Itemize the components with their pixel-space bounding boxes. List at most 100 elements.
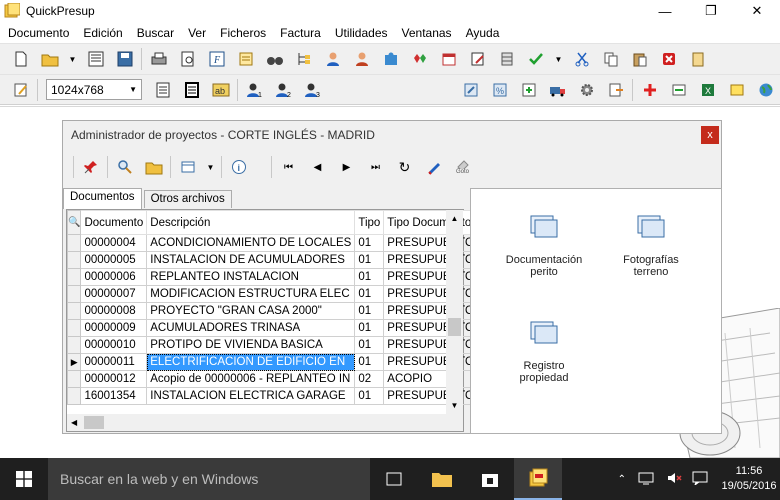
list-view-icon[interactable] xyxy=(86,49,106,69)
cell-documento[interactable]: 00000007 xyxy=(80,285,148,303)
pencil-note-icon[interactable] xyxy=(11,80,31,100)
first-record-icon[interactable]: ⏮ xyxy=(279,157,299,177)
row-indicator[interactable] xyxy=(66,302,82,320)
previous-record-icon[interactable]: ◀ xyxy=(308,157,328,177)
cell-tipo-documento[interactable]: PRESUPUESTO xyxy=(383,251,478,269)
cell-tipo-documento[interactable]: PRESUPUESTO xyxy=(383,234,478,252)
cell-tipo[interactable]: 01 xyxy=(354,319,385,337)
cell-descripcion[interactable]: INSTALACION ELECTRICA GARAGE xyxy=(146,387,356,405)
quickpresup-taskbar-button[interactable] xyxy=(514,458,562,500)
print-preview-icon[interactable] xyxy=(178,49,198,69)
table-row[interactable]: 00000004 ACONDICIONAMIENTO DE LOCALES 01 PR… xyxy=(66,234,478,252)
form-icon[interactable]: F xyxy=(207,49,227,69)
edit-record-icon[interactable] xyxy=(424,157,444,177)
paste-icon[interactable] xyxy=(630,49,650,69)
cell-descripcion[interactable]: REPLANTEO INSTALACION xyxy=(146,268,356,286)
row-pointer-icon[interactable]: ▶ xyxy=(66,353,82,371)
user-1-icon[interactable]: 1 xyxy=(245,80,265,100)
cell-documento[interactable]: 00000008 xyxy=(80,302,148,320)
page-bold-icon[interactable] xyxy=(182,80,202,100)
cell-tipo[interactable]: 01 xyxy=(354,387,385,405)
maximize-button[interactable]: ❐ xyxy=(688,0,734,22)
taskbar-search-box[interactable]: Buscar en la web y en Windows xyxy=(48,458,370,500)
spell-check-icon[interactable]: ab xyxy=(211,80,231,100)
cell-tipo-documento[interactable]: PRESUPUESTO xyxy=(383,336,478,354)
cell-tipo-documento[interactable]: PRESUPUESTO xyxy=(383,353,478,371)
calendar-icon[interactable] xyxy=(439,49,459,69)
row-indicator[interactable] xyxy=(66,285,82,303)
cell-tipo-documento[interactable]: ACOPIO xyxy=(383,370,478,388)
column-header-tipo-documento[interactable]: Tipo Documento xyxy=(383,210,478,235)
menu-documento[interactable]: Documento xyxy=(2,26,77,40)
open-folder-icon[interactable] xyxy=(144,157,164,177)
last-record-icon[interactable]: ⏭ xyxy=(366,157,386,177)
cell-tipo-documento[interactable]: PRESUPUESTO xyxy=(383,319,478,337)
clipboard-icon[interactable] xyxy=(688,49,708,69)
open-folder-icon[interactable] xyxy=(40,49,60,69)
cell-tipo-documento[interactable]: PRESUPUESTO xyxy=(383,302,478,320)
cell-tipo-documento[interactable]: PRESUPUESTO xyxy=(383,387,478,405)
table-row[interactable]: 16001354 INSTALACION ELECTRICA GARAGE 01 PR… xyxy=(66,387,478,405)
table-row[interactable]: ▶ 00000011 ELECTRIFICACION DE EDIFICIO EN 0… xyxy=(66,353,478,371)
edit-icon[interactable] xyxy=(468,49,488,69)
column-header-descripcion[interactable]: Descripción xyxy=(146,210,356,235)
cell-tipo[interactable]: 01 xyxy=(354,353,385,371)
menu-ayuda[interactable]: Ayuda xyxy=(460,26,508,40)
menu-buscar[interactable]: Buscar xyxy=(131,26,182,40)
cell-documento[interactable]: 00000004 xyxy=(80,234,148,252)
explorer-button[interactable] xyxy=(418,458,466,500)
resolution-select[interactable]: 1024x768 ▼ xyxy=(46,79,142,100)
menu-edicion[interactable]: Edición xyxy=(77,26,130,40)
cell-descripcion[interactable]: PROTIPO DE VIVIENDA BASICA xyxy=(146,336,356,354)
binoculars-icon[interactable] xyxy=(265,49,285,69)
cell-documento[interactable]: 00000012 xyxy=(80,370,148,388)
network-icon[interactable] xyxy=(632,471,660,488)
menu-utilidades[interactable]: Utilidades xyxy=(329,26,396,40)
row-indicator[interactable] xyxy=(66,251,82,269)
scroll-left-icon[interactable]: ◀ xyxy=(67,418,77,427)
view-mode-icon[interactable] xyxy=(178,157,198,177)
page-icon[interactable] xyxy=(153,80,173,100)
user-icon[interactable] xyxy=(323,49,343,69)
row-indicator[interactable] xyxy=(66,387,82,405)
table-row[interactable]: 00000006 REPLANTEO INSTALACION 01 PRESUPUES… xyxy=(66,268,478,286)
table-row[interactable]: 00000005 INSTALACION DE ACUMULADORES 01 PRE… xyxy=(66,251,478,269)
table-row[interactable]: 00000008 PROYECTO "GRAN CASA 2000" 01 PRESU… xyxy=(66,302,478,320)
cell-tipo-documento[interactable]: PRESUPUESTO xyxy=(383,268,478,286)
store-button[interactable] xyxy=(466,458,514,500)
cell-documento[interactable]: 16001354 xyxy=(80,387,148,405)
print-icon[interactable] xyxy=(149,49,169,69)
row-indicator[interactable] xyxy=(66,268,82,286)
table-row[interactable]: 00000012 Acopio de 00000006 - REPLANTEO I… xyxy=(66,370,478,388)
vertical-scrollbar[interactable]: ▲ ▼ xyxy=(446,210,463,431)
volume-muted-icon[interactable] xyxy=(660,471,688,488)
database-icon[interactable] xyxy=(497,49,517,69)
cell-documento[interactable]: 00000011 xyxy=(80,353,148,371)
row-indicator[interactable] xyxy=(66,370,82,388)
column-header-tipo[interactable]: Tipo xyxy=(354,210,385,235)
notes-icon[interactable] xyxy=(236,49,256,69)
percent-icon[interactable]: % xyxy=(490,80,510,100)
scroll-thumb[interactable] xyxy=(448,318,461,336)
hscroll-thumb[interactable] xyxy=(84,416,104,429)
minimize-button[interactable]: — xyxy=(642,0,688,22)
cell-tipo[interactable]: 01 xyxy=(354,234,385,252)
cell-descripcion[interactable]: Acopio de 00000006 - REPLANTEO IN xyxy=(146,370,356,388)
cut-icon[interactable] xyxy=(572,49,592,69)
check-icon[interactable] xyxy=(526,49,546,69)
column-header-documento[interactable]: Documento xyxy=(80,210,148,235)
cell-descripcion[interactable]: MODIFICACION ESTRUCTURA ELEC xyxy=(146,285,356,303)
edit-document-icon[interactable] xyxy=(461,80,481,100)
folder-documentacion-perito[interactable]: Documentación perito xyxy=(499,215,589,278)
cell-documento[interactable]: 00000010 xyxy=(80,336,148,354)
start-button[interactable] xyxy=(0,458,48,500)
horizontal-scrollbar[interactable]: ◀ xyxy=(67,414,447,431)
folder-registro-propiedad[interactable]: Registro propiedad xyxy=(499,321,589,384)
task-view-button[interactable] xyxy=(370,458,418,500)
refresh-icon[interactable]: ↻ xyxy=(395,157,415,177)
add-table-icon[interactable] xyxy=(519,80,539,100)
cell-tipo[interactable]: 01 xyxy=(354,251,385,269)
menu-ficheros[interactable]: Ficheros xyxy=(214,26,274,40)
action-center-icon[interactable] xyxy=(688,471,712,488)
clock[interactable]: 11:56 19/05/2016 xyxy=(718,464,780,494)
